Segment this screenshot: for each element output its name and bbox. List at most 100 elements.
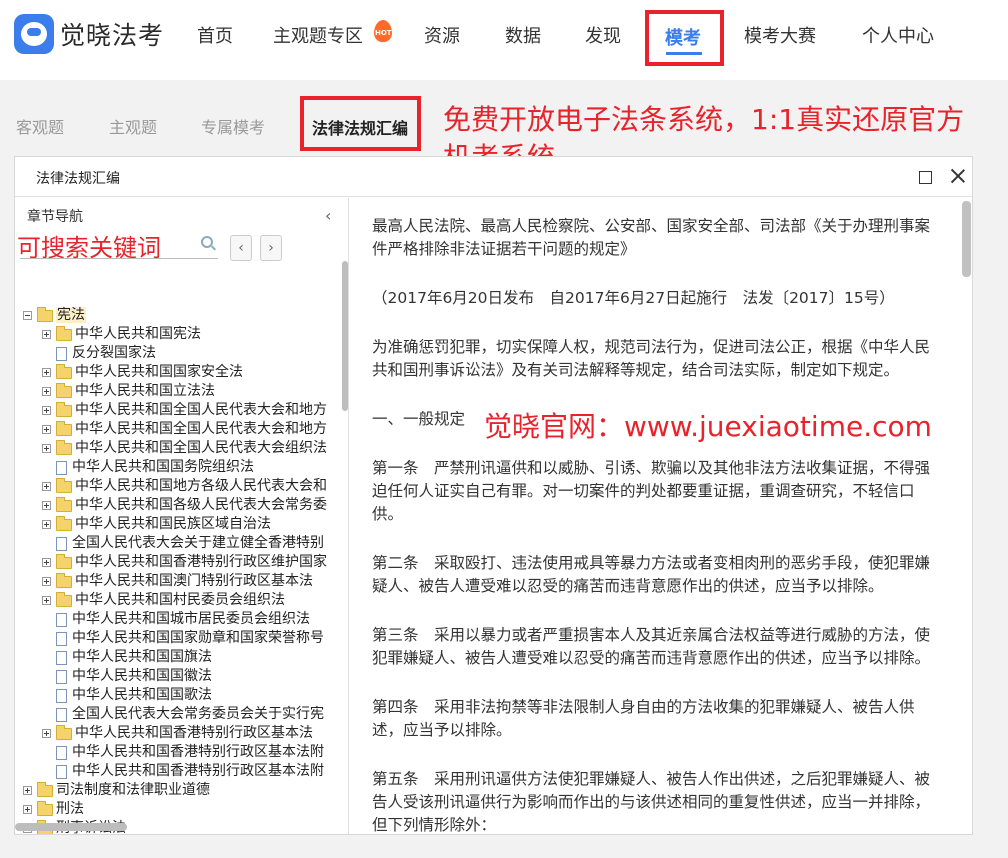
maximize-icon[interactable] [919, 171, 932, 184]
expand-icon[interactable] [42, 444, 51, 453]
tree-doc-node[interactable]: 中华人民共和国国务院组织法 [42, 458, 254, 477]
folder-icon [56, 401, 72, 417]
tree-folder-node[interactable]: 中华人民共和国香港特别行政区基本法 [42, 724, 313, 743]
folder-icon [56, 382, 72, 398]
tree-node-label: 全国人民代表大会常务委员会关于实行宪 [72, 706, 324, 722]
tree-folder-node[interactable]: 中华人民共和国村民委员会组织法 [42, 591, 285, 610]
tree-doc-node[interactable]: 反分裂国家法 [42, 344, 156, 363]
law-title: 最高人民法院、最高人民检察院、公安部、国家安全部、司法部《关于办理刑事案件严格排… [372, 217, 931, 258]
tree-doc-node[interactable]: 中华人民共和国国旗法 [42, 648, 212, 667]
tree-horizontal-scrollbar[interactable] [15, 823, 127, 831]
tree-doc-node[interactable]: 中华人民共和国国徽法 [42, 667, 212, 686]
tree-folder-node[interactable]: 中华人民共和国立法法 [42, 382, 215, 401]
subtab-law-compilation[interactable]: 法律法规汇编 [300, 96, 421, 151]
chapter-navigation-pane: 章节导航 ‹ 可搜索关键词 ‹ › 宪法 中华人民共和国宪法 反分裂国家法 中华人民共… [15, 198, 349, 834]
tree-doc-node[interactable]: 中华人民共和国香港特别行政区基本法附 [42, 743, 324, 762]
document-icon [56, 536, 67, 551]
expand-icon[interactable] [42, 520, 51, 529]
nav-profile[interactable]: 个人中心 [862, 22, 934, 48]
document-icon [56, 745, 67, 760]
nav-data[interactable]: 数据 [505, 22, 541, 48]
expand-icon[interactable] [42, 577, 51, 586]
tree-folder-node[interactable]: 中华人民共和国宪法 [42, 325, 201, 344]
tree-doc-node[interactable]: 中华人民共和国国歌法 [42, 686, 212, 705]
expand-icon[interactable] [42, 729, 51, 738]
tree-folder-node[interactable]: 中华人民共和国全国人民代表大会和地方 [42, 420, 327, 439]
folder-icon [56, 363, 72, 379]
document-icon [56, 612, 67, 627]
tree-node-label: 反分裂国家法 [72, 345, 156, 361]
tree-folder-node[interactable]: 刑法 [23, 800, 84, 819]
next-result-button[interactable]: › [260, 235, 282, 261]
nav-mock-exam-label: 模考 [665, 28, 701, 49]
subtab-subjective[interactable]: 主观题 [109, 114, 157, 138]
expand-icon[interactable] [42, 596, 51, 605]
tree-folder-node[interactable]: 中华人民共和国全国人民代表大会和地方 [42, 401, 327, 420]
subtab-objective[interactable]: 客观题 [16, 114, 64, 138]
subtab-exclusive-mock[interactable]: 专属模考 [201, 114, 265, 138]
tree-folder-node[interactable]: 中华人民共和国国家安全法 [42, 363, 243, 382]
tree-folder-node[interactable]: 中华人民共和国地方各级人民代表大会和 [42, 477, 327, 496]
tree-folder-node[interactable]: 中华人民共和国澳门特别行政区基本法 [42, 572, 313, 591]
tree-folder-node[interactable]: 司法制度和法律职业道德 [23, 781, 210, 800]
law-paragraph: 第一条 严禁刑讯逼供和以威胁、引诱、欺骗以及其他非法方法收集证据，不得强迫任何人… [372, 459, 931, 523]
nav-discover[interactable]: 发现 [585, 22, 621, 48]
expand-icon[interactable] [42, 368, 51, 377]
law-paragraph: 为准确惩罚犯罪，切实保障人权，规范司法行为，促进司法公正，根据《中华人民共和国刑… [372, 338, 931, 379]
expand-icon[interactable] [42, 406, 51, 415]
nav-resources[interactable]: 资源 [424, 22, 460, 48]
search-input[interactable] [20, 258, 218, 259]
tree-vertical-scrollbar[interactable] [342, 261, 348, 411]
tree-doc-node[interactable]: 全国人民代表大会常务委员会关于实行宪 [42, 705, 324, 724]
folder-icon [56, 325, 72, 341]
brand-logo[interactable]: 觉晓法考 [14, 14, 164, 54]
collapse-icon[interactable] [23, 311, 32, 320]
law-paragraph: 第四条 采用非法拘禁等非法限制人身自由的方法收集的犯罪嫌疑人、被告人供述，应当予… [372, 698, 915, 739]
document-icon [56, 669, 67, 684]
expand-icon[interactable] [42, 482, 51, 491]
close-icon[interactable] [949, 167, 967, 185]
tree-doc-node[interactable]: 中华人民共和国城市居民委员会组织法 [42, 610, 310, 629]
tree-folder-node[interactable]: 宪法 [23, 306, 86, 325]
expand-icon[interactable] [42, 425, 51, 434]
expand-icon[interactable] [42, 387, 51, 396]
tree-node-label: 中华人民共和国地方各级人民代表大会和 [75, 478, 327, 494]
search-icon[interactable] [201, 236, 213, 248]
tree-doc-node[interactable]: 中华人民共和国国家勋章和国家荣誉称号 [42, 629, 324, 648]
nav-mock-contest[interactable]: 模考大赛 [744, 22, 816, 48]
nav-mock-exam[interactable]: 模考 [645, 10, 724, 66]
folder-icon [56, 591, 72, 607]
expand-icon[interactable] [23, 805, 32, 814]
content-scrollbar[interactable] [962, 201, 971, 277]
dialog-header: 法律法规汇编 [15, 157, 972, 197]
tree-node-label: 中华人民共和国宪法 [75, 326, 201, 342]
logo-icon [14, 14, 54, 54]
expand-icon[interactable] [42, 330, 51, 339]
law-paragraph: 第三条 采用以暴力或者严重损害本人及其近亲属合法权益等进行威胁的方法，使犯罪嫌疑… [372, 626, 931, 667]
document-icon [56, 688, 67, 703]
nav-home[interactable]: 首页 [197, 22, 233, 48]
collapse-pane-icon[interactable]: ‹ [325, 206, 331, 225]
expand-icon[interactable] [23, 786, 32, 795]
tree-folder-node[interactable]: 中华人民共和国全国人民代表大会组织法 [42, 439, 327, 458]
tree-folder-node[interactable]: 中华人民共和国民族区域自治法 [42, 515, 271, 534]
folder-icon [56, 553, 72, 569]
tree-doc-node[interactable]: 全国人民代表大会关于建立健全香港特别 [42, 534, 324, 553]
active-underline [666, 52, 702, 55]
prev-result-button[interactable]: ‹ [230, 235, 252, 261]
expand-icon[interactable] [42, 501, 51, 510]
tree-doc-node[interactable]: 中华人民共和国香港特别行政区基本法附 [42, 762, 324, 781]
tree-node-label: 中华人民共和国香港特别行政区基本法附 [72, 763, 324, 779]
nav-subjective[interactable]: 主观题专区 [273, 22, 363, 48]
tree-node-label: 中华人民共和国国家勋章和国家荣誉称号 [72, 630, 324, 646]
tree-node-label: 中华人民共和国立法法 [75, 383, 215, 399]
tree-node-label: 中华人民共和国各级人民代表大会常务委 [75, 497, 327, 513]
expand-icon[interactable] [42, 558, 51, 567]
tree-folder-node[interactable]: 中华人民共和国各级人民代表大会常务委 [42, 496, 327, 515]
dialog-title: 法律法规汇编 [36, 171, 120, 187]
tree-folder-node[interactable]: 中华人民共和国香港特别行政区维护国家 [42, 553, 327, 572]
top-navigation: 觉晓法考 首页 主观题专区 HOT 资源 数据 发现 模考 模考大赛 个人中心 [0, 0, 1008, 80]
folder-icon [56, 477, 72, 493]
folder-icon [37, 800, 53, 816]
hot-badge-text: HOT [375, 29, 392, 37]
